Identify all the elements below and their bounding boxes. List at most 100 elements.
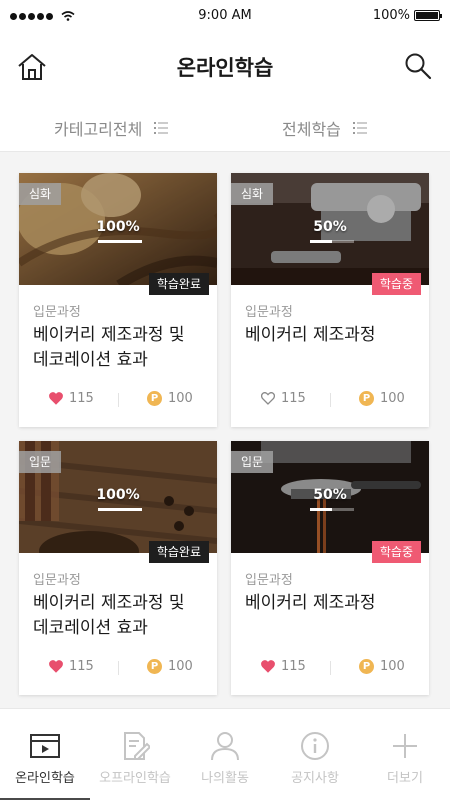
like-button[interactable]: 115 (49, 391, 94, 406)
point-display: P 100 (147, 391, 193, 406)
status-badge: 학습완료 (148, 541, 209, 563)
point-count: 100 (168, 391, 193, 406)
tab-offline-learning[interactable]: 오프라인학습 (90, 709, 180, 800)
tab-online-learning[interactable]: 온라인학습 (0, 709, 90, 800)
filter-bar: 카테고리전체 전체학습 (0, 100, 450, 152)
course-title: 베이커리 제조과정 및 데코레이션 효과 (33, 323, 209, 373)
card-footer: 115 P 100 (19, 657, 217, 679)
course-title-line: 베이커리 제조과정 (245, 593, 376, 613)
level-badge: 입문 (231, 451, 274, 473)
battery-percent: 100% (372, 8, 410, 23)
search-icon[interactable] (404, 52, 432, 80)
point-count: 100 (168, 659, 193, 674)
point-display: P 100 (359, 391, 405, 406)
course-category: 입문과정 (33, 305, 81, 320)
level-badge: 심화 (19, 183, 62, 205)
card-footer: 115 P 100 (19, 389, 217, 411)
tab-more[interactable]: 더보기 (360, 709, 450, 800)
menu-list-icon (352, 122, 367, 134)
course-category: 입문과정 (245, 305, 293, 320)
tab-label: 나의활동 (201, 771, 249, 786)
progress-fill (98, 508, 142, 511)
course-title: 베이커리 제조과정 (245, 591, 421, 616)
menu-list-icon (154, 122, 169, 134)
tab-label: 더보기 (387, 771, 423, 786)
like-count: 115 (281, 659, 306, 674)
point-display: P 100 (359, 659, 405, 674)
level-badge: 입문 (19, 451, 62, 473)
course-thumbnail: 심화 100% (19, 173, 217, 285)
coin-icon: P (359, 659, 374, 674)
progress-bar (310, 240, 354, 243)
course-card[interactable]: 심화 100% 학습완료 입문과정 베이커리 제조과정 및 데코레이션 효과 1… (19, 173, 217, 427)
course-title-line: 데코레이션 효과 (33, 350, 148, 370)
course-title-line: 베이커리 제조과정 및 (33, 593, 185, 613)
tab-label: 공지사항 (291, 771, 339, 786)
point-count: 100 (380, 659, 405, 674)
course-category: 입문과정 (33, 573, 81, 588)
progress-percent: 50% (313, 219, 347, 235)
course-thumbnail: 입문 50% (231, 441, 429, 553)
user-icon (211, 732, 239, 761)
battery-indicator: 100% (372, 8, 442, 23)
heart-icon (261, 660, 275, 673)
like-count: 115 (69, 391, 94, 406)
course-card[interactable]: 심화 50% 학습중 입문과정 베이커리 제조과정 115 P 100 (231, 173, 429, 427)
progress-bar (310, 508, 354, 511)
like-count: 115 (69, 659, 94, 674)
point-display: P 100 (147, 659, 193, 674)
progress-fill (98, 240, 142, 243)
learning-filter[interactable]: 전체학습 (282, 116, 367, 140)
coin-icon: P (359, 391, 374, 406)
course-thumbnail: 입문 100% (19, 441, 217, 553)
page-title: 온라인학습 (176, 56, 274, 80)
battery-icon (414, 10, 442, 21)
info-icon (301, 732, 329, 760)
like-button[interactable]: 115 (261, 391, 306, 406)
document-edit-icon (124, 732, 150, 760)
course-title: 베이커리 제조과정 및 데코레이션 효과 (33, 591, 209, 641)
tab-notices[interactable]: 공지사항 (270, 709, 360, 800)
point-count: 100 (380, 391, 405, 406)
coin-icon: P (147, 391, 162, 406)
progress-fill (310, 240, 332, 243)
tab-my-activity[interactable]: 나의활동 (180, 709, 270, 800)
tab-label: 오프라인학습 (99, 771, 171, 786)
card-footer: 115 P 100 (231, 657, 429, 679)
course-title-line: 데코레이션 효과 (33, 618, 148, 638)
learning-filter-label: 전체학습 (282, 120, 341, 139)
heart-icon (261, 392, 275, 405)
progress-bar (98, 508, 142, 511)
status-bar: 9:00 AM 100% (0, 0, 450, 32)
footer-divider (330, 661, 331, 675)
footer-divider (330, 393, 331, 407)
level-badge: 심화 (231, 183, 274, 205)
course-category: 입문과정 (245, 573, 293, 588)
coin-icon: P (147, 659, 162, 674)
app-header: 온라인학습 (0, 32, 450, 100)
status-badge: 학습완료 (148, 273, 209, 295)
progress-percent: 50% (313, 487, 347, 503)
status-badge: 학습중 (371, 273, 421, 295)
progress-bar (98, 240, 142, 243)
like-button[interactable]: 115 (261, 659, 306, 674)
status-badge: 학습중 (371, 541, 421, 563)
course-title-line: 베이커리 제조과정 (245, 325, 376, 345)
like-count: 115 (281, 391, 306, 406)
course-card[interactable]: 입문 100% 학습완료 입문과정 베이커리 제조과정 및 데코레이션 효과 1… (19, 441, 217, 695)
heart-icon (49, 660, 63, 673)
progress-percent: 100% (96, 219, 140, 235)
progress-percent: 100% (96, 487, 140, 503)
bottom-tab-bar: 온라인학습 오프라인학습 나의활동 공지사항 더보기 (0, 708, 450, 800)
course-grid: 심화 100% 학습완료 입문과정 베이커리 제조과정 및 데코레이션 효과 1… (0, 152, 450, 708)
course-title-line: 베이커리 제조과정 및 (33, 325, 185, 345)
plus-icon (393, 734, 417, 758)
like-button[interactable]: 115 (49, 659, 94, 674)
course-card[interactable]: 입문 50% 학습중 입문과정 베이커리 제조과정 115 P 100 (231, 441, 429, 695)
course-title: 베이커리 제조과정 (245, 323, 421, 348)
card-footer: 115 P 100 (231, 389, 429, 411)
tab-label: 온라인학습 (15, 771, 75, 786)
video-player-icon (30, 734, 60, 758)
category-filter[interactable]: 카테고리전체 (54, 116, 169, 140)
course-thumbnail: 심화 50% (231, 173, 429, 285)
